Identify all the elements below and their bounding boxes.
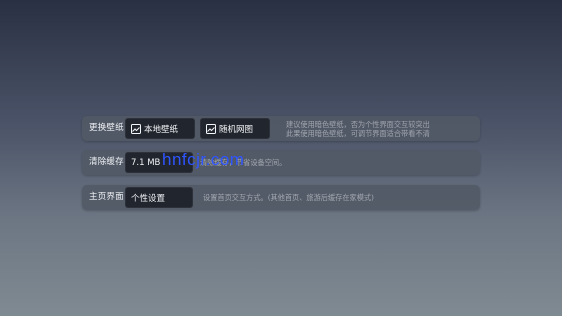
clear-cache-description-line: 清除缓存，节省设备空间。 bbox=[200, 158, 287, 167]
homepage-settings-row: 主页界面 个性设置 设置首页交互方式。(其他首页、旅游后缓存在家模式) bbox=[82, 185, 480, 210]
homepage-row-title: 主页界面 bbox=[89, 192, 124, 202]
clear-cache-description: 清除缓存，节省设备空间。 bbox=[200, 158, 286, 167]
local-wallpaper-label: 本地壁纸 bbox=[144, 124, 179, 135]
homepage-description-line: 设置首页交互方式。(其他首页、旅游后缓存在家模式) bbox=[203, 193, 374, 202]
wallpaper-description-line-1: 建议使用暗色壁纸，否为个性界面交互较突出 bbox=[286, 120, 430, 129]
clear-cache-row: 清除缓存 7.1 MB 清除缓存，节省设备空间。 bbox=[82, 150, 480, 175]
wallpaper-settings-row: 更换壁纸 本地壁纸 随机网图 建议使用暗色壁纸，否为个性界面交互较突出 此果使用… bbox=[82, 116, 480, 141]
personalize-button[interactable]: 个性设置 bbox=[125, 187, 193, 208]
random-wallpaper-button[interactable]: 随机网图 bbox=[200, 118, 270, 139]
wallpaper-description-line-2: 此果使用暗色壁纸，可调节界面适合带看不清 bbox=[286, 129, 430, 138]
image-icon bbox=[131, 123, 141, 134]
wallpaper-description: 建议使用暗色壁纸，否为个性界面交互较突出 此果使用暗色壁纸，可调节界面适合带看不… bbox=[286, 120, 430, 138]
homepage-description: 设置首页交互方式。(其他首页、旅游后缓存在家模式) bbox=[203, 193, 374, 202]
clear-cache-row-title: 清除缓存 bbox=[89, 157, 124, 167]
settings-page: { "rows": [ { "title": "更换壁纸", "buttons"… bbox=[0, 0, 562, 316]
wallpaper-row-title: 更换壁纸 bbox=[89, 123, 124, 133]
clear-cache-button[interactable]: 7.1 MB bbox=[125, 152, 193, 173]
local-wallpaper-button[interactable]: 本地壁纸 bbox=[125, 118, 195, 139]
personalize-label: 个性设置 bbox=[131, 193, 166, 204]
image-icon bbox=[206, 123, 216, 134]
random-wallpaper-label: 随机网图 bbox=[219, 124, 254, 135]
cache-size-label: 7.1 MB bbox=[131, 157, 161, 168]
